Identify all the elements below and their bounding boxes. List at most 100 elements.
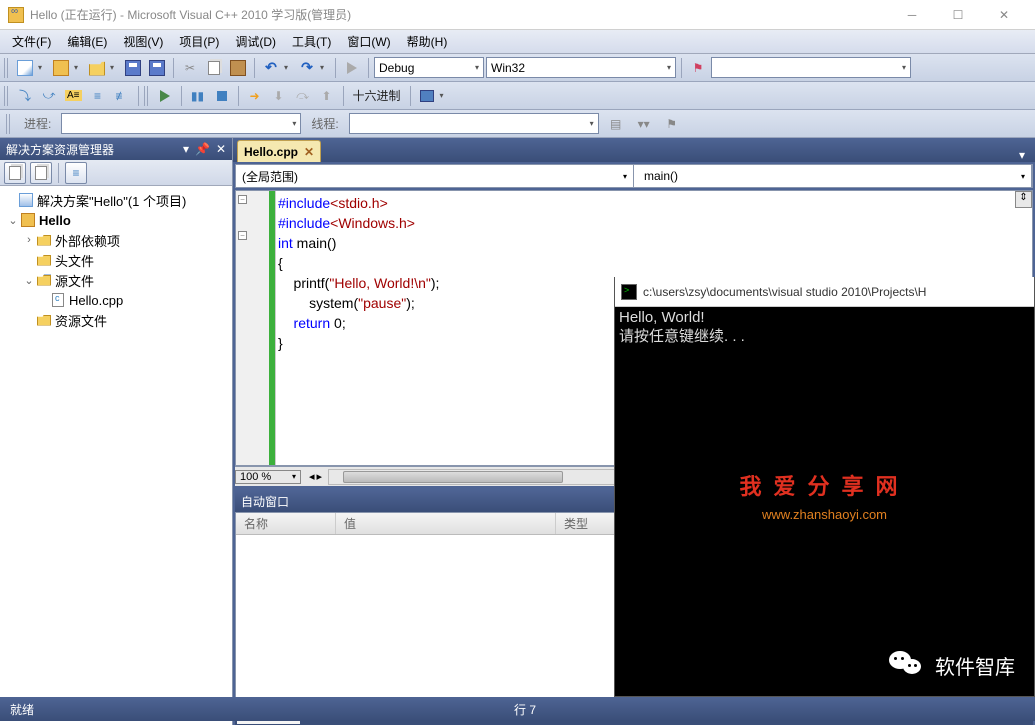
menu-window[interactable]: 窗口(W) xyxy=(339,30,398,53)
process-combo[interactable]: ▾ xyxy=(61,113,301,134)
menu-file[interactable]: 文件(F) xyxy=(4,30,59,53)
resources-node[interactable]: 资源文件 xyxy=(2,310,230,330)
scope-combo[interactable]: (全局范围)▾ xyxy=(236,165,634,187)
menu-view[interactable]: 视图(V) xyxy=(115,30,171,53)
undo-button[interactable]: ↶ xyxy=(260,57,282,79)
split-left-icon[interactable]: ◂ xyxy=(309,470,315,483)
window-title: Hello (正在运行) - Microsoft Visual C++ 2010… xyxy=(30,6,889,23)
external-deps-node[interactable]: › 外部依赖项 xyxy=(2,230,230,250)
config-combo[interactable]: Debug▾ xyxy=(374,57,484,78)
step-into2-icon[interactable]: ⬇ xyxy=(268,85,290,107)
expand-icon[interactable]: ⌄ xyxy=(22,274,36,287)
console-url: www.zhanshaoyi.com xyxy=(615,507,1034,522)
step-over-icon[interactable]: ⤻ xyxy=(38,85,60,107)
console-titlebar[interactable]: c:\users\zsy\documents\visual studio 201… xyxy=(615,277,1034,307)
file-node[interactable]: Hello.cpp xyxy=(2,290,230,310)
highlight-icon[interactable]: A≡ xyxy=(62,85,85,107)
statusbar: 就绪 行 7 xyxy=(0,697,1035,721)
tab-label: Hello.cpp xyxy=(244,145,298,159)
open-dropdown[interactable]: ▾ xyxy=(110,63,120,72)
output-window-icon[interactable] xyxy=(416,85,438,107)
show-all-button[interactable] xyxy=(30,162,52,184)
add-dropdown[interactable]: ▾ xyxy=(74,63,84,72)
add-item-button[interactable] xyxy=(50,57,72,79)
panel-close-icon[interactable]: ✕ xyxy=(216,142,226,156)
thread-flag-icon[interactable]: ▾▾ xyxy=(633,113,655,135)
document-tab[interactable]: Hello.cpp ✕ xyxy=(237,140,321,162)
open-button[interactable] xyxy=(86,57,108,79)
headers-node[interactable]: 头文件 xyxy=(2,250,230,270)
copy-button[interactable] xyxy=(203,57,225,79)
member-combo[interactable]: main()▾ xyxy=(634,165,1032,187)
debug-toolbar: ⤵ ⤻ A≡ ≡ ≢ ▮▮ ➜ ⬇ ⤼ ⬆ 十六进制 ▾ xyxy=(0,82,1035,110)
show-next-icon[interactable]: ➜ xyxy=(244,85,266,107)
toolbar-grip[interactable] xyxy=(4,58,10,78)
split-icon[interactable]: ⇕ xyxy=(1015,191,1032,208)
panel-pin-icon[interactable]: 📌 xyxy=(195,142,210,156)
solution-tree[interactable]: 解决方案"Hello"(1 个项目) ⌄ Hello › 外部依赖项 头文件 ⌄… xyxy=(0,186,232,725)
col-name[interactable]: 名称 xyxy=(236,513,336,534)
minimize-button[interactable]: ─ xyxy=(889,0,935,30)
stack-frame-icon[interactable]: ⚑ xyxy=(661,113,683,135)
output-dropdown[interactable]: ▾ xyxy=(440,91,450,100)
continue-button[interactable] xyxy=(154,85,176,107)
comment-icon[interactable]: ≡ xyxy=(87,85,109,107)
menu-debug[interactable]: 调试(D) xyxy=(227,30,284,53)
expand-icon[interactable]: › xyxy=(22,234,36,246)
hex-label[interactable]: 十六进制 xyxy=(349,87,405,104)
uncomment-icon[interactable]: ≢ xyxy=(111,85,133,107)
outline-collapse-icon[interactable]: − xyxy=(238,231,247,240)
step-out-icon[interactable]: ⬆ xyxy=(316,85,338,107)
change-indicator xyxy=(269,191,275,465)
toolbar-grip[interactable] xyxy=(4,86,10,106)
tab-close-icon[interactable]: ✕ xyxy=(304,145,314,159)
menu-help[interactable]: 帮助(H) xyxy=(399,30,456,53)
thread-filter-icon[interactable]: ▤ xyxy=(605,113,627,135)
find-combo[interactable]: ▾ xyxy=(711,57,911,78)
platform-combo[interactable]: Win32▾ xyxy=(486,57,676,78)
new-dropdown[interactable]: ▾ xyxy=(38,63,48,72)
zoom-combo[interactable]: 100 %▾ xyxy=(235,470,301,484)
scope-value: (全局范围) xyxy=(242,168,298,185)
solution-node[interactable]: 解决方案"Hello"(1 个项目) xyxy=(2,190,230,210)
close-button[interactable]: ✕ xyxy=(981,0,1027,30)
menu-project[interactable]: 项目(P) xyxy=(171,30,227,53)
redo-button[interactable]: ↷ xyxy=(296,57,318,79)
sources-node[interactable]: ⌄ 源文件 xyxy=(2,270,230,290)
step-over2-icon[interactable]: ⤼ xyxy=(292,85,314,107)
editor-gutter: − − xyxy=(236,191,276,465)
console-window[interactable]: c:\users\zsy\documents\visual studio 201… xyxy=(614,277,1035,697)
save-all-button[interactable] xyxy=(146,57,168,79)
solution-explorer-title: 解决方案资源管理器 xyxy=(6,141,114,158)
menu-edit[interactable]: 编辑(E) xyxy=(59,30,115,53)
cut-button[interactable]: ✂ xyxy=(179,57,201,79)
undo-dropdown[interactable]: ▾ xyxy=(284,63,294,72)
project-node[interactable]: ⌄ Hello xyxy=(2,210,230,230)
properties-button[interactable] xyxy=(4,162,26,184)
view-code-button[interactable]: ≡ xyxy=(65,162,87,184)
stop-button[interactable] xyxy=(211,85,233,107)
split-right-icon[interactable]: ▸ xyxy=(317,470,323,483)
find-button[interactable]: ⚑ xyxy=(687,57,709,79)
menu-tools[interactable]: 工具(T) xyxy=(284,30,339,53)
panel-dropdown-icon[interactable]: ▾ xyxy=(183,142,189,156)
toolbar-grip[interactable] xyxy=(6,114,12,134)
toolbar-grip[interactable] xyxy=(144,86,150,106)
col-value[interactable]: 值 xyxy=(336,513,556,534)
process-label: 进程: xyxy=(20,115,55,132)
tabs-dropdown-icon[interactable]: ▾ xyxy=(1013,148,1031,162)
thread-combo[interactable]: ▾ xyxy=(349,113,599,134)
expand-icon[interactable]: ⌄ xyxy=(6,214,20,227)
outline-collapse-icon[interactable]: − xyxy=(238,195,247,204)
redo-dropdown[interactable]: ▾ xyxy=(320,63,330,72)
console-output: Hello, World! 请按任意键继续. . . xyxy=(615,307,1034,349)
paste-button[interactable] xyxy=(227,57,249,79)
maximize-button[interactable]: ☐ xyxy=(935,0,981,30)
step-into-icon[interactable]: ⤵ xyxy=(14,85,36,107)
watermark: 软件智库 xyxy=(889,649,1015,681)
scrollbar-thumb[interactable] xyxy=(343,471,563,483)
start-button[interactable] xyxy=(341,57,363,79)
save-button[interactable] xyxy=(122,57,144,79)
pause-button[interactable]: ▮▮ xyxy=(187,85,209,107)
new-project-button[interactable] xyxy=(14,57,36,79)
